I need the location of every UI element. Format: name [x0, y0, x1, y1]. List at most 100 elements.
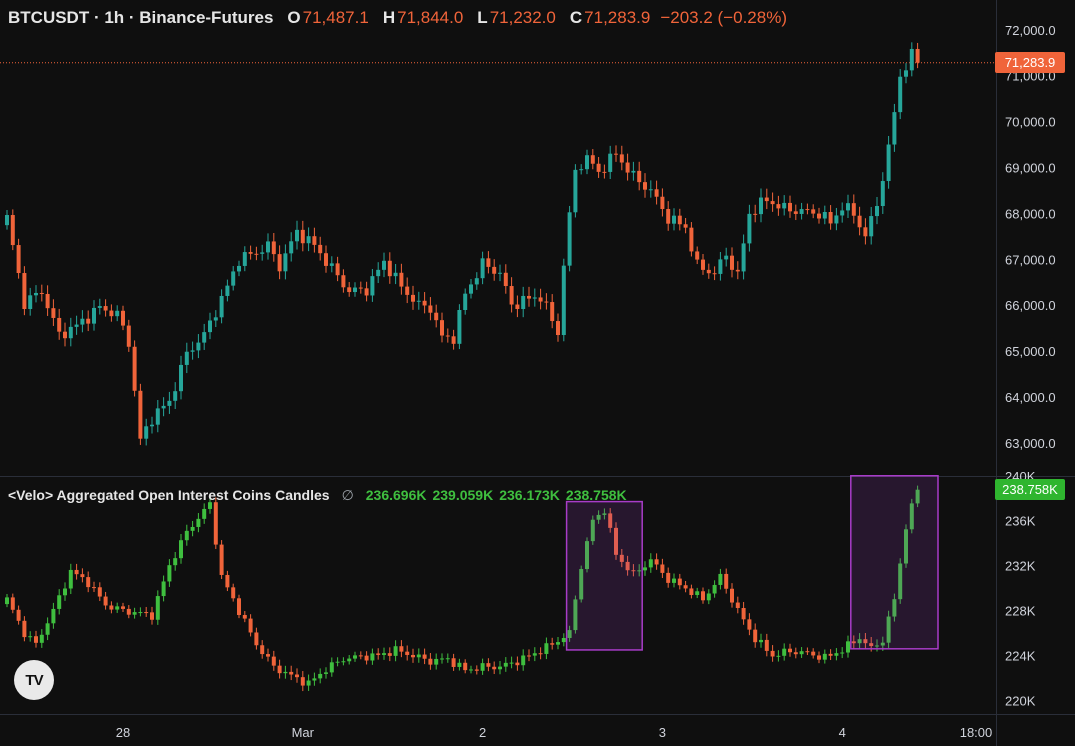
candle-body: [28, 636, 33, 638]
highlight-box[interactable]: [565, 500, 643, 651]
candle-body: [904, 70, 908, 77]
candle-body: [202, 508, 207, 519]
price-tick-label: 65,000.0: [1005, 344, 1056, 359]
candle-body: [399, 272, 404, 287]
oi-axis[interactable]: 240K236K232K228K224K220K: [1005, 469, 1036, 709]
candle-body: [909, 48, 914, 71]
candle-body: [451, 658, 456, 667]
price-axis[interactable]: 72,000.071,000.070,000.069,000.068,000.0…: [1005, 23, 1056, 451]
candle-body: [532, 653, 537, 656]
candle-body: [45, 293, 50, 309]
time-tick-label: 3: [659, 725, 666, 740]
candle-body: [376, 653, 381, 655]
candle-body: [416, 654, 421, 658]
candle-body: [422, 300, 427, 306]
candle-body: [735, 269, 740, 272]
candle-body: [515, 662, 520, 666]
price-tick-label: 69,000.0: [1005, 161, 1056, 176]
candle-body: [97, 306, 102, 308]
candle-body: [318, 673, 323, 679]
time-axis[interactable]: 28 Mar 2 3 4 18:00: [116, 725, 993, 740]
close-label: C: [569, 8, 583, 27]
symbol-title[interactable]: BTCUSDT · 1h · Binance-Futures: [8, 8, 273, 28]
candle-body: [863, 227, 868, 237]
price-tick-label: 67,000.0: [1005, 252, 1056, 267]
candle-body: [527, 295, 531, 299]
symbol-legend: BTCUSDT · 1h · Binance-Futures O 71,487.1…: [8, 8, 787, 28]
candle-body: [706, 269, 711, 274]
candle-body: [614, 153, 618, 155]
candle-body: [283, 253, 288, 272]
last-price-tag: 71,283.9: [995, 52, 1065, 74]
candle-body: [561, 265, 566, 336]
candle-body: [231, 271, 236, 286]
candle-body: [712, 584, 717, 594]
candle-body: [5, 215, 9, 226]
indicator-high: 239.059K: [432, 487, 494, 503]
candle-body: [689, 588, 694, 596]
candle-body: [109, 310, 114, 317]
candle-body: [799, 209, 804, 214]
candle-body: [747, 619, 752, 630]
candle-body: [550, 643, 555, 645]
candle-body: [480, 663, 485, 671]
candle-body: [672, 578, 676, 583]
candle-body: [741, 243, 746, 272]
candle-body: [80, 318, 85, 325]
candle-body: [22, 620, 27, 638]
candle-body: [654, 189, 659, 197]
low-value: 71,232.0: [489, 8, 556, 27]
candle-body: [445, 658, 450, 660]
candle-body: [411, 654, 415, 658]
candle-body: [68, 326, 73, 339]
candle-body: [619, 154, 624, 163]
candle-body: [631, 170, 636, 173]
candle-body: [202, 332, 207, 343]
candle-body: [469, 669, 473, 671]
candle-body: [5, 597, 9, 605]
candle-body: [561, 637, 566, 643]
candle-body: [793, 652, 798, 655]
candle-body: [364, 655, 369, 661]
change-value: −203.2 (−0.28%): [660, 8, 787, 27]
candle-body: [515, 304, 520, 310]
chart-canvas[interactable]: 72,000.071,000.070,000.069,000.068,000.0…: [0, 0, 1075, 746]
candle-body: [503, 272, 508, 287]
candle-body: [121, 310, 125, 326]
candle-body: [196, 518, 201, 527]
candle-body: [97, 587, 102, 597]
candle-body: [521, 655, 526, 666]
candle-body: [179, 540, 183, 559]
candle-body: [132, 346, 137, 391]
candle-body: [190, 526, 195, 531]
indicator-title[interactable]: <Velo> Aggregated Open Interest Coins Ca…: [8, 487, 330, 503]
candle-body: [219, 295, 224, 318]
tradingview-logo[interactable]: TV: [14, 660, 54, 700]
candle-body: [126, 608, 131, 615]
highlight-box[interactable]: [850, 475, 939, 650]
candle-body: [126, 325, 131, 347]
candle-body: [724, 255, 729, 260]
candle-body: [701, 259, 705, 270]
candle-body: [57, 595, 62, 609]
candle-body: [289, 241, 294, 254]
oi-tick-label: 236K: [1005, 514, 1036, 529]
candle-body: [184, 530, 189, 541]
candle-body: [92, 307, 96, 324]
candle-body: [370, 653, 375, 661]
price-tick-label: 66,000.0: [1005, 298, 1056, 313]
candle-body: [416, 300, 421, 302]
candle-body: [544, 301, 549, 303]
candle-body: [10, 215, 15, 246]
candle-body: [573, 169, 578, 213]
candle-body: [648, 559, 653, 568]
candle-body: [63, 588, 67, 596]
candle-body: [115, 310, 120, 317]
candle-body: [155, 596, 160, 620]
candle-body: [683, 585, 688, 589]
candle-body: [271, 656, 276, 666]
candle-body: [666, 209, 671, 224]
candle-body: [445, 335, 450, 337]
candle-body: [596, 163, 601, 172]
candle-body: [672, 215, 676, 224]
